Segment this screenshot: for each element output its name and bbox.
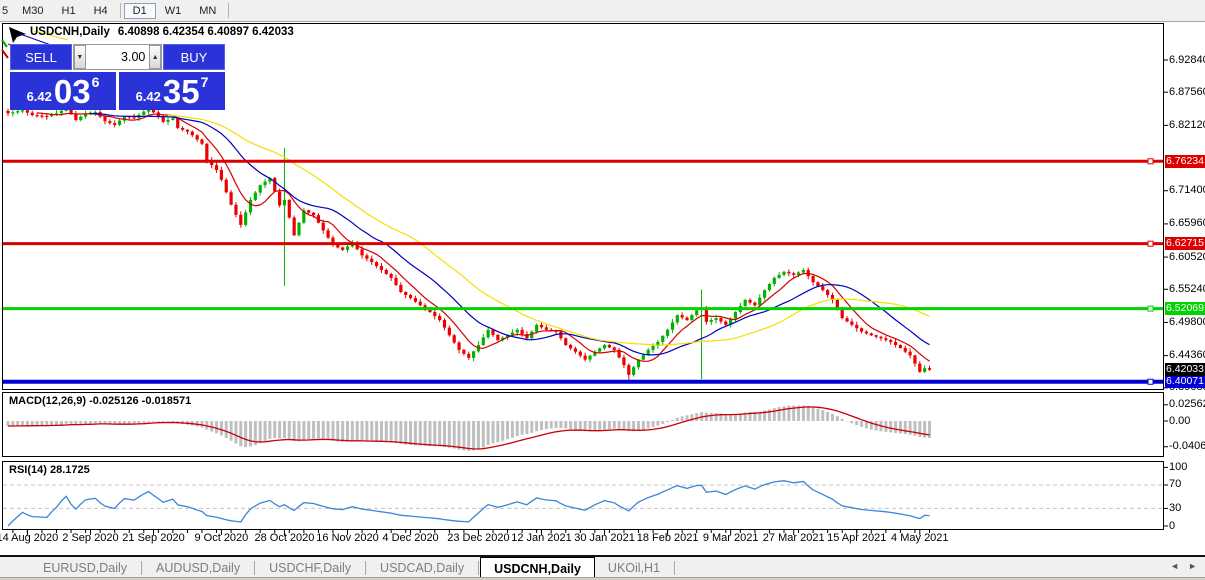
date-tick-label: 14 Aug 2020	[0, 532, 58, 544]
symbol-title: USDCNH,Daily	[30, 26, 110, 38]
chart-tabs-bar: EURUSD,DailyAUDUSD,DailyUSDCHF,DailyUSDC…	[0, 555, 1205, 579]
toolbar-separator	[120, 3, 121, 18]
level-price-label: 6.76234	[1165, 155, 1205, 168]
date-tick-label: 16 Nov 2020	[316, 532, 378, 544]
volume-spinner: ▼ ▲	[73, 44, 162, 70]
arrow-up-icon: ▲	[152, 54, 159, 61]
tab-separator	[478, 561, 479, 575]
date-tick-label: 30 Jan 2021	[574, 532, 635, 544]
level-price-label: 6.62715	[1165, 237, 1205, 250]
rsi-title: RSI(14) 28.1725	[9, 464, 90, 476]
tab-separator	[365, 561, 366, 575]
sell-price-prefix: 6.42	[27, 89, 52, 104]
sell-price-box[interactable]: 6.42036	[10, 72, 116, 110]
sell-price-big: 03	[54, 76, 91, 108]
toolbar-separator	[228, 3, 229, 18]
date-tick-label: 12 Jan 2021	[511, 532, 572, 544]
chart-tabs: EURUSD,DailyAUDUSD,DailyUSDCHF,DailyUSDC…	[0, 557, 676, 579]
volume-input[interactable]	[86, 45, 150, 69]
rsi-tick-label: 30	[1169, 502, 1181, 514]
price-tick-label: 6.87560	[1169, 86, 1205, 98]
tab-usdcnh-daily[interactable]: USDCNH,Daily	[480, 557, 595, 579]
price-tick-label: 6.44360	[1169, 349, 1205, 361]
date-tick-label: 9 Mar 2021	[703, 532, 759, 544]
timeframe-button-mn[interactable]: MN	[190, 3, 225, 19]
price-tick-label: 6.92840	[1169, 54, 1205, 66]
date-tick-label: 15 Apr 2021	[827, 532, 886, 544]
arrow-down-icon: ▼	[76, 54, 83, 61]
buy-price-big: 35	[163, 76, 200, 108]
timeframe-button-d1[interactable]: D1	[124, 3, 156, 19]
ohlc-values: 6.40898 6.42354 6.40897 6.42033	[118, 26, 294, 38]
tab-separator	[674, 561, 675, 575]
level-price-label: 6.52069	[1165, 302, 1205, 315]
timeframe-button-m30[interactable]: M30	[13, 3, 52, 19]
tab-usdchf-daily[interactable]: USDCHF,Daily	[256, 557, 364, 579]
date-tick-label: 28 Oct 2020	[254, 532, 314, 544]
date-tick-label: 4 Dec 2020	[382, 532, 438, 544]
macd-tick-label: 0.00	[1169, 415, 1190, 427]
date-tick-label: 27 Mar 2021	[763, 532, 825, 544]
tab-usdcad-daily[interactable]: USDCAD,Daily	[367, 557, 477, 579]
date-tick-label: 23 Dec 2020	[447, 532, 509, 544]
mt4-window: 5M30H1H4 D1W1MN USDCNH,Daily 6.40898 6.423…	[0, 0, 1205, 580]
macd-tick-label: 0.025623	[1169, 398, 1205, 410]
timeframe-button-h1[interactable]: H1	[53, 3, 85, 19]
price-tick-label: 6.55240	[1169, 283, 1205, 295]
volume-decrease-button[interactable]: ▼	[74, 45, 86, 69]
rsi-panel[interactable]	[2, 461, 1164, 530]
current-price-label: 6.42033	[1165, 363, 1205, 376]
price-tick-label: 6.71400	[1169, 184, 1205, 196]
tab-scroll-right-icon[interactable]: ►	[1188, 561, 1197, 571]
buy-price-sup: 7	[201, 74, 209, 90]
rsi-tick-label: 0	[1169, 520, 1175, 532]
level-price-label: 6.40071	[1165, 375, 1205, 388]
chart-header: USDCNH,Daily 6.40898 6.42354 6.40897 6.42…	[30, 26, 294, 38]
date-tick-label: 4 May 2021	[891, 532, 948, 544]
price-tick-label: 6.82120	[1169, 119, 1205, 131]
price-tick-label: 6.60520	[1169, 251, 1205, 263]
rsi-tick-label: 70	[1169, 478, 1181, 490]
date-tick-label: 21 Sep 2020	[122, 532, 184, 544]
date-tick-label: 9 Oct 2020	[194, 532, 248, 544]
sell-price-sup: 6	[92, 74, 100, 90]
timeframe-button-w1[interactable]: W1	[156, 3, 191, 19]
buy-button[interactable]: BUY	[163, 44, 225, 70]
volume-increase-button[interactable]: ▲	[149, 45, 161, 69]
tab-separator	[254, 561, 255, 575]
trade-panel: SELL ▼ ▲ BUY 6.42036 6.42357	[10, 44, 225, 110]
date-tick-label: 18 Feb 2021	[637, 532, 699, 544]
tab-ukoil-h1[interactable]: UKOil,H1	[595, 557, 673, 579]
tab-eurusd-daily[interactable]: EURUSD,Daily	[30, 557, 140, 579]
timeframe-toolbar: 5M30H1H4 D1W1MN	[0, 0, 1205, 22]
rsi-tick-label: 100	[1169, 461, 1187, 473]
tab-scroll-left-icon[interactable]: ◄	[1170, 561, 1179, 571]
date-tick-label: 2 Sep 2020	[62, 532, 118, 544]
price-tick-label: 6.65960	[1169, 217, 1205, 229]
sell-button[interactable]: SELL	[10, 44, 72, 70]
tab-audusd-daily[interactable]: AUDUSD,Daily	[143, 557, 253, 579]
buy-price-box[interactable]: 6.42357	[119, 72, 225, 110]
price-tick-label: 6.49800	[1169, 316, 1205, 328]
tab-separator	[141, 561, 142, 575]
macd-tick-label: -0.04068	[1169, 440, 1205, 452]
timeframe-button-5[interactable]: 5	[0, 3, 13, 19]
buy-price-prefix: 6.42	[136, 89, 161, 104]
macd-title: MACD(12,26,9) -0.025126 -0.018571	[9, 395, 191, 407]
timeframe-button-h4[interactable]: H4	[85, 3, 117, 19]
